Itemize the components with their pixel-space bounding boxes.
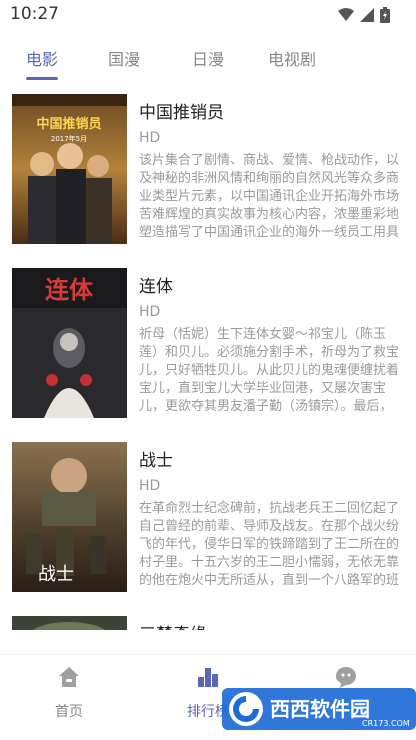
home-icon	[59, 667, 79, 687]
tab-domestic-anime[interactable]: 国漫	[108, 46, 140, 70]
poster-title-text: 中国推销员	[36, 116, 101, 132]
list-item[interactable]: 战士 战士 HD 在革命烈士纪念碑前，抗战老兵王二回忆起了自己曾经的前辈、导师及…	[0, 428, 416, 602]
movie-title[interactable]: 中国推销员	[139, 98, 224, 123]
quality-badge: HD	[139, 478, 161, 494]
wifi-icon	[338, 8, 354, 21]
list-item[interactable]: 三楚奇缘	[0, 602, 416, 630]
quality-badge: HD	[139, 304, 161, 320]
tab-movie[interactable]: 电影	[26, 46, 58, 70]
poster-title-text: 战士	[38, 564, 74, 585]
movie-poster[interactable]: 中国推销员 2017年5月	[12, 94, 127, 244]
movie-description: 该片集合了剧情、商战、爱情、枪战动作，以及神秘的非洲风情和绚丽的自然风光等众多商…	[139, 153, 400, 240]
list-item[interactable]: 连体 连体 HD 祈母（恬妮）生下连体女婴～祁宝儿（陈玉莲）和贝儿。必须施分割手…	[0, 254, 416, 428]
status-bar: 10:27	[0, 0, 416, 30]
movie-title[interactable]: 三楚奇缘	[139, 620, 207, 630]
movie-title[interactable]: 连体	[139, 272, 173, 297]
movie-poster[interactable]: 战士	[12, 442, 127, 592]
nav-home[interactable]: 首页	[19, 665, 119, 721]
category-tabs: 电影 国漫 日漫 电视剧	[0, 40, 416, 80]
movie-description: 在革命烈士纪念碑前，抗战老兵王二回忆起了自己曾经的前辈、导师及战友。在那个战火纷…	[139, 501, 400, 588]
watermark-logo: 西西软件园 CR173.COM	[222, 686, 416, 732]
tab-japanese-anime[interactable]: 日漫	[192, 46, 224, 70]
signal-icon	[360, 8, 374, 22]
movie-poster[interactable]	[12, 616, 127, 630]
movie-list[interactable]: 中国推销员 2017年5月 中国推销员 HD 该片集合了剧情、商战、爱情、枪战动…	[0, 80, 416, 630]
movie-description: 祈母（恬妮）生下连体女婴～祁宝儿（陈玉莲）和贝儿。必须施分割手术，祈母为了救宝儿…	[139, 327, 400, 414]
poster-title-text: 连体	[45, 276, 94, 304]
nav-home-label: 首页	[55, 704, 83, 720]
list-item[interactable]: 中国推销员 2017年5月 中国推销员 HD 该片集合了剧情、商战、爱情、枪战动…	[0, 80, 416, 254]
status-time: 10:27	[10, 4, 59, 24]
tab-tv-series[interactable]: 电视剧	[268, 46, 316, 70]
quality-badge: HD	[139, 130, 161, 146]
battery-icon	[380, 7, 390, 23]
ranking-icon	[198, 668, 218, 687]
watermark-site: CR173.COM	[362, 719, 410, 728]
status-icons	[338, 7, 390, 23]
movie-poster[interactable]: 连体	[12, 268, 127, 418]
movie-title[interactable]: 战士	[139, 446, 173, 471]
watermark-brand: 西西软件园	[270, 697, 370, 721]
poster-date-text: 2017年5月	[51, 134, 87, 143]
